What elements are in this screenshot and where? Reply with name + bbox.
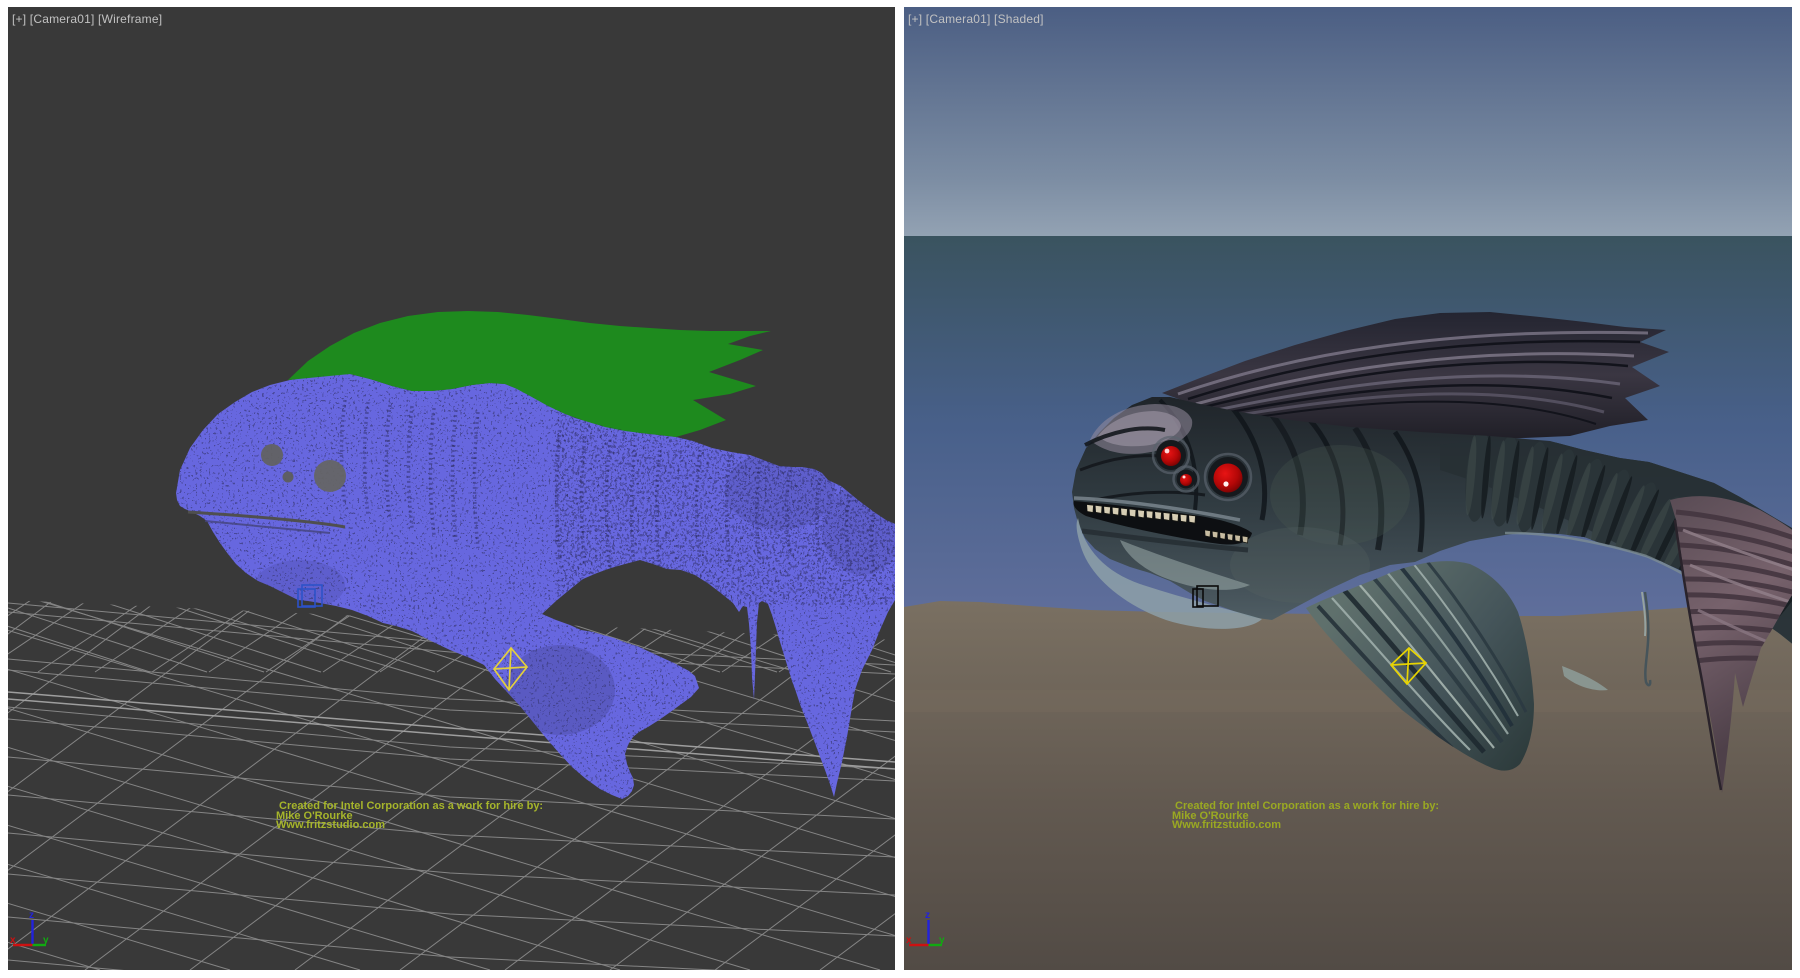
svg-text:z: z — [925, 910, 930, 921]
svg-text:z: z — [29, 910, 34, 921]
svg-text:y: y — [939, 935, 945, 946]
svg-text:y: y — [43, 935, 49, 946]
svg-text:x: x — [906, 935, 912, 946]
svg-text:x: x — [10, 935, 16, 946]
